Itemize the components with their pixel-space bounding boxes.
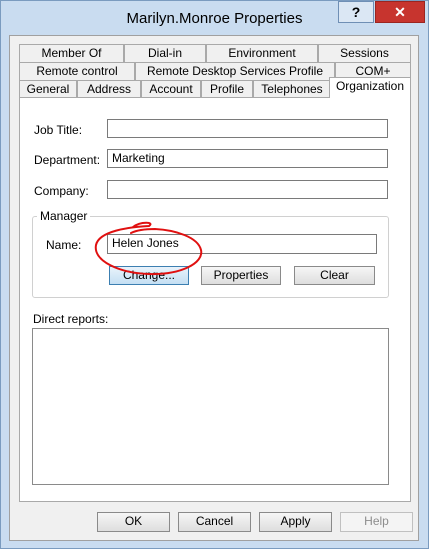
tab-address[interactable]: Address <box>77 80 141 98</box>
tab-profile[interactable]: Profile <box>201 80 253 98</box>
department-label: Department: <box>34 153 101 167</box>
cancel-button[interactable]: Cancel <box>178 512 251 532</box>
manager-group-title: Manager <box>37 209 91 223</box>
tab-telephones[interactable]: Telephones <box>253 80 331 98</box>
tab-sessions[interactable]: Sessions <box>318 44 411 62</box>
tab-member-of[interactable]: Member Of <box>19 44 124 62</box>
tab-remote-control[interactable]: Remote control <box>19 62 135 80</box>
department-field[interactable]: Marketing <box>107 149 388 168</box>
job-title-field[interactable] <box>107 119 388 138</box>
tab-environment[interactable]: Environment <box>206 44 318 62</box>
help-button: Help <box>340 512 413 532</box>
company-field[interactable] <box>107 180 388 199</box>
manager-name-field[interactable]: Helen Jones <box>107 234 377 254</box>
tab-dial-in[interactable]: Dial-in <box>124 44 206 62</box>
manager-group <box>32 216 389 298</box>
tab-account[interactable]: Account <box>141 80 201 98</box>
company-label: Company: <box>34 184 89 198</box>
direct-reports-label: Direct reports: <box>33 312 109 326</box>
tab-organization[interactable]: Organization <box>329 77 411 98</box>
close-button[interactable]: ✕ <box>375 1 425 23</box>
change-manager-button[interactable]: Change... <box>109 266 189 285</box>
tab-general[interactable]: General <box>19 80 77 98</box>
title-bar[interactable]: Marilyn.Monroe Properties ? ✕ <box>1 1 428 35</box>
tab-remote-desktop-services-profile[interactable]: Remote Desktop Services Profile <box>135 62 335 80</box>
manager-properties-button[interactable]: Properties <box>201 266 281 285</box>
clear-manager-button[interactable]: Clear <box>294 266 375 285</box>
direct-reports-list[interactable] <box>32 328 389 485</box>
properties-window: Marilyn.Monroe Properties ? ✕ Member Of … <box>0 0 429 549</box>
job-title-label: Job Title: <box>34 123 83 137</box>
manager-name-label: Name: <box>46 238 82 252</box>
ok-button[interactable]: OK <box>97 512 170 532</box>
help-title-button[interactable]: ? <box>338 1 374 23</box>
apply-button[interactable]: Apply <box>259 512 332 532</box>
